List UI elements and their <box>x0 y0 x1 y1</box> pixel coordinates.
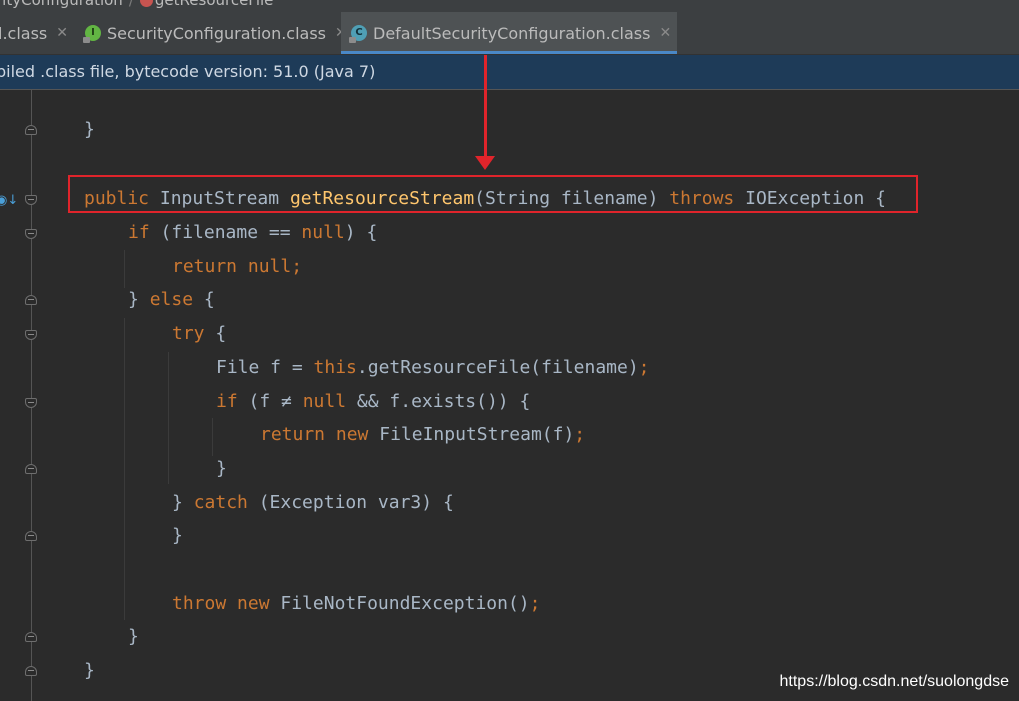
code-token: { <box>193 289 215 310</box>
code-line: } else { <box>128 283 215 317</box>
editor-tab-bar: l.class ✕ I SecurityConfiguration.class … <box>0 12 1019 55</box>
indent-guide <box>212 418 213 456</box>
keyword-token: null <box>247 256 292 277</box>
indent-guide <box>124 318 125 620</box>
keyword-token: new <box>335 424 369 445</box>
fold-marker[interactable] <box>25 531 37 541</box>
code-line: throw new FileNotFoundException(); <box>172 587 540 621</box>
punctuation-token: ; <box>638 357 650 378</box>
annotation-arrow-head-icon <box>475 156 495 170</box>
banner-text: piled .class file, bytecode version: 51.… <box>0 62 376 81</box>
code-token: .getResourceFile(filename) <box>356 357 639 378</box>
code-line: } <box>84 654 95 688</box>
code-token: } <box>84 119 95 140</box>
code-token: } <box>128 289 150 310</box>
fold-marker[interactable] <box>25 330 37 340</box>
fold-marker[interactable] <box>25 632 37 642</box>
code-token: } <box>128 626 139 647</box>
indent-guide <box>124 250 125 288</box>
code-token: (f ≠ <box>237 391 303 412</box>
code-line: } <box>216 452 227 486</box>
keyword-token: return <box>172 256 238 277</box>
code-token: } <box>172 525 183 546</box>
code-token: } <box>84 660 95 681</box>
gutter-divider <box>31 90 32 701</box>
override-icon[interactable]: ◉↓ <box>0 194 18 208</box>
code-line: if (filename == null) { <box>128 216 377 250</box>
code-token: && f.exists()) { <box>346 391 531 412</box>
punctuation-token: ; <box>529 593 541 614</box>
breadcrumb-item-method[interactable]: getResourceFile <box>155 0 274 9</box>
decompiled-info-banner: piled .class file, bytecode version: 51.… <box>0 55 1019 90</box>
interface-icon: I <box>83 25 101 43</box>
code-token: ) { <box>344 222 378 243</box>
breadcrumb: rityConfiguration / getResourceFile <box>0 0 1019 12</box>
punctuation-token: ; <box>291 256 303 277</box>
tab-label: l.class <box>0 23 48 43</box>
close-icon[interactable]: ✕ <box>659 25 671 41</box>
annotation-arrow-shaft <box>484 55 487 159</box>
watermark: https://blog.csdn.net/suolongdse <box>779 673 1010 690</box>
code-line: } <box>84 113 95 147</box>
fold-marker[interactable] <box>25 295 37 305</box>
code-token: (Exception var3) { <box>247 492 454 513</box>
lock-icon <box>83 37 90 43</box>
fold-marker[interactable] <box>25 125 37 135</box>
breadcrumb-item-class[interactable]: rityConfiguration <box>0 0 123 9</box>
keyword-token: catch <box>193 492 248 513</box>
code-line: return null; <box>172 250 302 284</box>
fold-marker[interactable] <box>25 195 37 205</box>
keyword-token: null <box>301 222 345 243</box>
code-token: FileNotFoundException() <box>269 593 530 614</box>
keyword-token: return <box>260 424 326 445</box>
code-token: { <box>204 323 227 344</box>
fold-marker[interactable] <box>25 464 37 474</box>
code-line: File f = this.getResourceFile(filename); <box>216 351 650 385</box>
lock-icon <box>349 37 356 43</box>
code-token: FileInputStream(f) <box>368 424 575 445</box>
code-token: File f = <box>216 357 314 378</box>
code-line: try { <box>172 317 226 351</box>
keyword-token: try <box>172 323 205 344</box>
breadcrumb-separator: / <box>128 0 134 9</box>
fold-marker[interactable] <box>25 229 37 239</box>
code-line: } catch (Exception var3) { <box>172 486 454 520</box>
code-line: } <box>172 519 183 553</box>
keyword-token: else <box>149 289 194 310</box>
fold-marker[interactable] <box>25 398 37 408</box>
tab-default-security-configuration[interactable]: C DefaultSecurityConfiguration.class ✕ <box>341 12 678 54</box>
keyword-token: if <box>128 222 150 243</box>
fold-marker[interactable] <box>25 666 37 676</box>
active-tab-indicator <box>341 51 678 54</box>
tab-label: DefaultSecurityConfiguration.class <box>373 23 651 43</box>
close-icon[interactable]: ✕ <box>56 25 68 41</box>
code-line: if (f ≠ null && f.exists()) { <box>216 385 530 419</box>
code-token: (filename == <box>160 222 302 243</box>
tab-label: SecurityConfiguration.class <box>107 23 327 43</box>
code-token: } <box>172 492 194 513</box>
code-token: } <box>216 458 227 479</box>
keyword-token: if <box>216 391 238 412</box>
punctuation-token: ; <box>574 424 586 445</box>
indent-guide <box>168 352 169 484</box>
tab-l-class[interactable]: l.class ✕ <box>0 12 76 54</box>
method-icon <box>139 0 153 7</box>
keyword-token: this <box>313 357 357 378</box>
highlight-box <box>68 175 918 213</box>
code-line: return new FileInputStream(f); <box>260 418 585 452</box>
keyword-token: throw <box>172 593 227 614</box>
tab-security-configuration[interactable]: I SecurityConfiguration.class ✕ <box>83 12 347 54</box>
keyword-token: null <box>302 391 347 412</box>
keyword-token: new <box>237 593 270 614</box>
class-icon: C <box>349 25 367 43</box>
code-line: } <box>128 620 139 654</box>
